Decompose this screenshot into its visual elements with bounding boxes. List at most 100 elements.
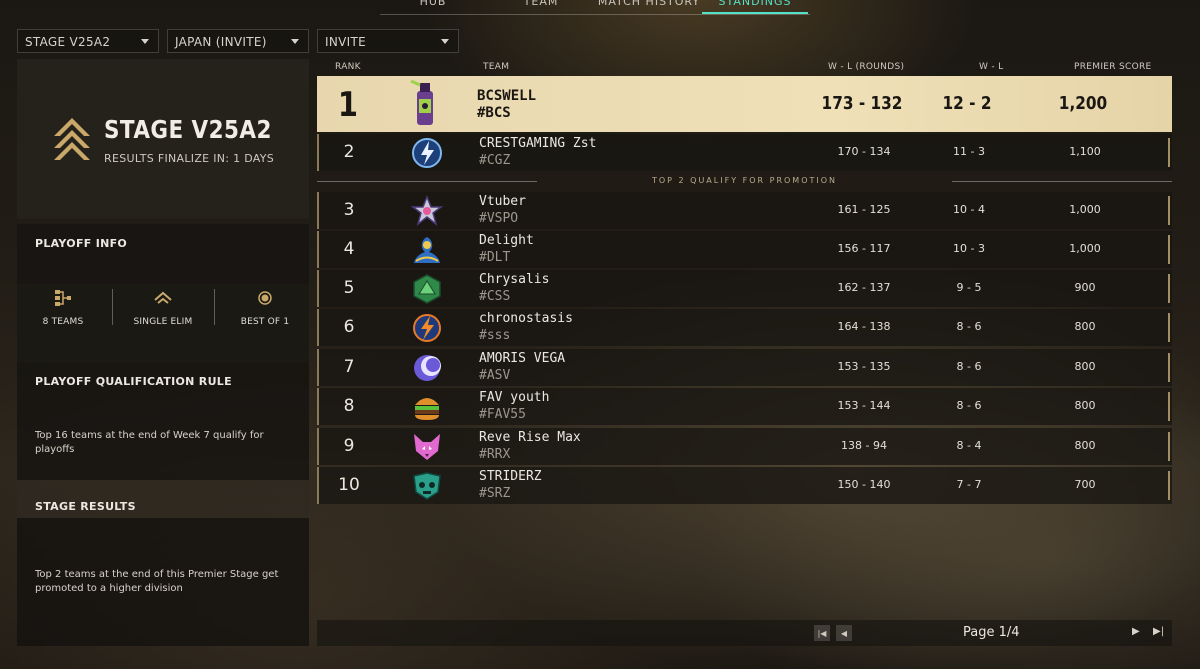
rounds-record: 173 - 132 (821, 93, 903, 114)
team-name[interactable]: Chrysalis (479, 272, 549, 287)
team-tag: #ASV (479, 368, 511, 383)
team-name[interactable]: AMORIS VEGA (479, 351, 565, 366)
match-record: 10 - 3 (953, 242, 985, 255)
col-rounds: W - L (ROUNDS) (828, 62, 905, 72)
burger-logo-icon (415, 398, 439, 420)
table-row[interactable]: 3 Vtuber #VSPO 161 - 125 10 - 4 1,000 (317, 192, 1172, 229)
table-row[interactable]: 2 CRESTGAMING Zst #CGZ 170 - 134 11 - 3 … (317, 134, 1172, 171)
promotion-divider: TOP 2 QUALIFY FOR PROMOTION (317, 176, 1172, 188)
qualification-rule-block: PLAYOFF QUALIFICATION RULE Top 16 teams … (17, 362, 309, 480)
table-row[interactable]: 10 STRIDERZ #SRZ 150 - 140 7 - 7 700 (317, 467, 1172, 504)
last-page-button[interactable]: ▶| (1153, 626, 1164, 637)
row-rank: 8 (343, 396, 355, 416)
results-countdown: RESULTS FINALIZE IN: 1 DAYS (104, 152, 275, 165)
lightning-logo-icon (412, 138, 442, 168)
stage-info-panel: STAGE V25A2 RESULTS FINALIZE IN: 1 DAYS … (17, 59, 309, 646)
table-row[interactable]: 1 BCSWELL #BCS 173 - 132 12 - 2 1,200 (317, 76, 1172, 132)
row-rank: 10 (338, 475, 360, 495)
match-record: 11 - 3 (953, 145, 985, 158)
bolt-logo-icon (413, 314, 441, 342)
premier-score: 800 (1074, 320, 1096, 333)
stage-results-title: STAGE RESULTS (35, 500, 136, 513)
team-name[interactable]: CRESTGAMING Zst (479, 136, 596, 151)
stat-teams-label: 8 TEAMS (42, 317, 84, 327)
tab-hub[interactable]: HUB (380, 0, 486, 14)
row-rank: 7 (343, 357, 355, 377)
fox-logo-icon (414, 434, 440, 460)
chevron-up-icon (154, 291, 172, 304)
table-row[interactable]: 6 chronostasis #sss 164 - 138 8 - 6 800 (317, 309, 1172, 346)
team-name[interactable]: FAV youth (479, 390, 549, 405)
division-dropdown[interactable]: INVITE (317, 29, 459, 53)
match-record: 7 - 7 (956, 478, 982, 491)
rounds-record: 138 - 94 (841, 439, 887, 452)
match-record: 8 - 6 (956, 360, 982, 373)
team-name[interactable]: Reve Rise Max (479, 430, 581, 445)
nav-divider (380, 14, 810, 15)
table-row[interactable]: 4 Delight #DLT 156 - 117 10 - 3 1,000 (317, 231, 1172, 268)
stage-results-text: Top 2 teams at the end of this Premier S… (35, 569, 279, 594)
division-dropdown-value: INVITE (325, 35, 366, 49)
team-tag: #CGZ (479, 153, 511, 168)
star-logo-icon (411, 195, 443, 226)
bracket-icon (55, 290, 71, 306)
caret-down-icon (291, 39, 299, 44)
next-page-button[interactable]: ▶ (1132, 626, 1140, 637)
premier-score: 1,200 (1058, 93, 1108, 114)
stage-title: STAGE V25A2 (104, 115, 272, 144)
tab-team[interactable]: TEAM (486, 0, 596, 14)
prev-page-button[interactable]: ◀ (836, 625, 852, 641)
team-name[interactable]: Delight (479, 233, 534, 248)
row-rank: 5 (343, 278, 355, 298)
premier-score: 800 (1074, 439, 1096, 452)
tab-standings[interactable]: STANDINGS (702, 0, 808, 14)
spray-can-logo-icon (410, 79, 433, 125)
first-page-button[interactable]: |◀ (814, 625, 830, 641)
col-score: PREMIER SCORE (1074, 62, 1152, 72)
d20-logo-icon (413, 274, 441, 304)
stage-dropdown[interactable]: STAGE V25A2 (17, 29, 159, 53)
premier-stage-icon (54, 118, 90, 160)
stage-results-header: STAGE RESULTS (17, 480, 309, 518)
stat-divider (112, 289, 113, 325)
team-name[interactable]: BCSWELL (477, 88, 536, 104)
standings-table: RANK TEAM W - L (ROUNDS) W - L PREMIER S… (317, 59, 1172, 646)
caret-down-icon (141, 39, 149, 44)
table-row[interactable]: 7 AMORIS VEGA #ASV 153 - 135 8 - 6 800 (317, 349, 1172, 386)
qualification-rule-text: Top 16 teams at the end of Week 7 qualif… (35, 430, 264, 455)
team-tag: #FAV55 (479, 407, 526, 422)
stat-teams: 8 TEAMS (15, 287, 111, 327)
team-tag: #VSPO (479, 211, 519, 226)
genie-logo-icon (414, 237, 440, 263)
col-rank: RANK (335, 62, 361, 72)
crescent-logo-icon (414, 355, 441, 381)
stage-card: STAGE V25A2 RESULTS FINALIZE IN: 1 DAYS (17, 59, 309, 219)
col-team: TEAM (483, 62, 510, 72)
stage-dropdown-value: STAGE V25A2 (25, 35, 111, 49)
team-name[interactable]: chronostasis (479, 311, 573, 326)
top-nav: HUB TEAM MATCH HISTORY STANDINGS (380, 0, 808, 14)
next-page-icon: ▶ (1132, 626, 1140, 637)
skull-logo-icon (413, 472, 441, 500)
playoff-info-header: PLAYOFF INFO (17, 224, 309, 284)
team-name[interactable]: Vtuber (479, 194, 526, 209)
match-record: 9 - 5 (956, 281, 982, 294)
row-rank: 9 (343, 436, 355, 456)
row-rank: 4 (343, 239, 355, 259)
table-row[interactable]: 8 FAV youth #FAV55 153 - 144 8 - 6 800 (317, 388, 1172, 425)
team-tag: #DLT (479, 250, 511, 265)
table-row[interactable]: 5 Chrysalis #CSS 162 - 137 9 - 5 900 (317, 270, 1172, 307)
row-rank: 2 (343, 142, 355, 162)
prev-page-icon: ◀ (840, 628, 848, 638)
team-tag: #SRZ (479, 486, 511, 501)
row-rank: 6 (343, 317, 355, 337)
stat-series-label: BEST OF 1 (240, 317, 290, 327)
stat-series: BEST OF 1 (217, 287, 313, 327)
team-name[interactable]: STRIDERZ (479, 469, 542, 484)
match-record: 8 - 4 (956, 439, 982, 452)
page-indicator: Page 1/4 (963, 625, 1020, 640)
tab-match-history[interactable]: MATCH HISTORY (596, 0, 702, 14)
table-row[interactable]: 9 Reve Rise Max #RRX 138 - 94 8 - 4 800 (317, 428, 1172, 465)
region-dropdown[interactable]: JAPAN (INVITE) (167, 29, 309, 53)
qualification-rule-title: PLAYOFF QUALIFICATION RULE (35, 375, 232, 388)
